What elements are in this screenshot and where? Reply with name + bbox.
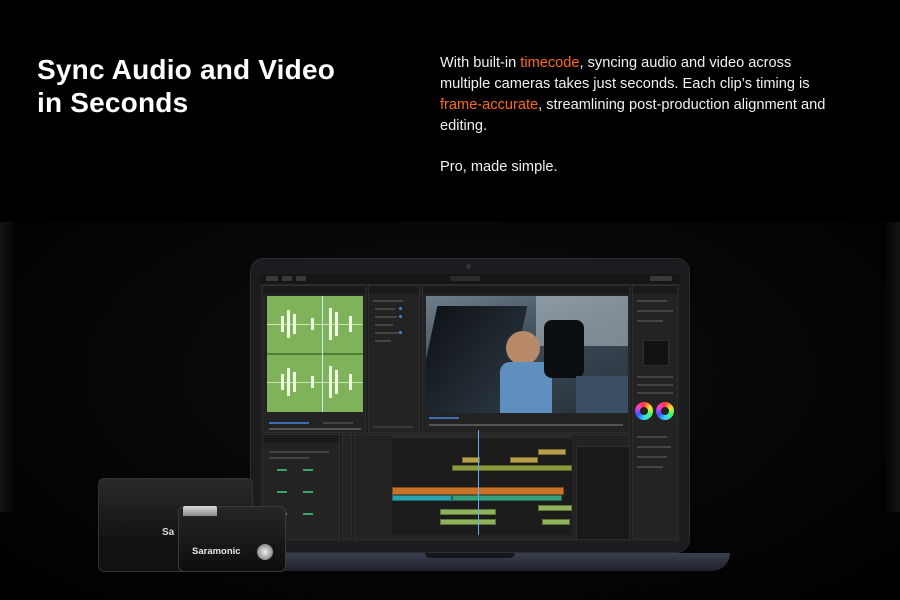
source-monitor-panel xyxy=(262,285,366,433)
left-edge-shadow xyxy=(0,222,14,512)
receiver-brand-label: Sa xyxy=(162,527,175,538)
timeline-playhead[interactable] xyxy=(478,430,479,535)
timecode-highlight: timecode xyxy=(520,55,580,71)
video-preview xyxy=(426,296,628,413)
description-part-1: With built-in xyxy=(440,55,521,71)
tagline: Pro, made simple. xyxy=(440,159,558,175)
color-wheel-icon[interactable] xyxy=(656,402,674,420)
hero-title-line-1: Sync Audio and Video xyxy=(37,54,336,85)
timeline-tracks xyxy=(392,439,572,535)
wireless-transmitter: Saramonic xyxy=(178,506,286,572)
editor-menubar xyxy=(260,274,680,285)
description-paragraph: With built-in timecode, syncing audio an… xyxy=(440,53,840,137)
transmitter-clip xyxy=(183,506,217,516)
effect-controls-panel xyxy=(368,285,420,433)
tools-panel xyxy=(342,434,352,540)
laptop-camera xyxy=(466,264,471,269)
color-wheel-icon[interactable] xyxy=(635,402,653,420)
laptop-opening-notch xyxy=(425,553,515,558)
hero-description: With built-in timecode, syncing audio an… xyxy=(440,53,840,178)
hero-title: Sync Audio and Video in Seconds xyxy=(37,53,397,119)
right-edge-shadow xyxy=(886,222,900,512)
timeline-ruler xyxy=(392,432,572,438)
hero-title-line-2: in Seconds xyxy=(37,87,189,118)
audio-waveform xyxy=(267,296,363,412)
video-editor-screen xyxy=(260,274,680,542)
power-button-icon xyxy=(257,544,273,560)
color-preview xyxy=(643,340,669,366)
transmitter-brand-label: Saramonic xyxy=(192,546,241,557)
program-monitor-panel xyxy=(422,285,630,433)
frame-accurate-highlight: frame-accurate xyxy=(440,97,539,113)
audio-meters xyxy=(576,446,630,540)
lumetri-color-panel xyxy=(632,285,678,540)
